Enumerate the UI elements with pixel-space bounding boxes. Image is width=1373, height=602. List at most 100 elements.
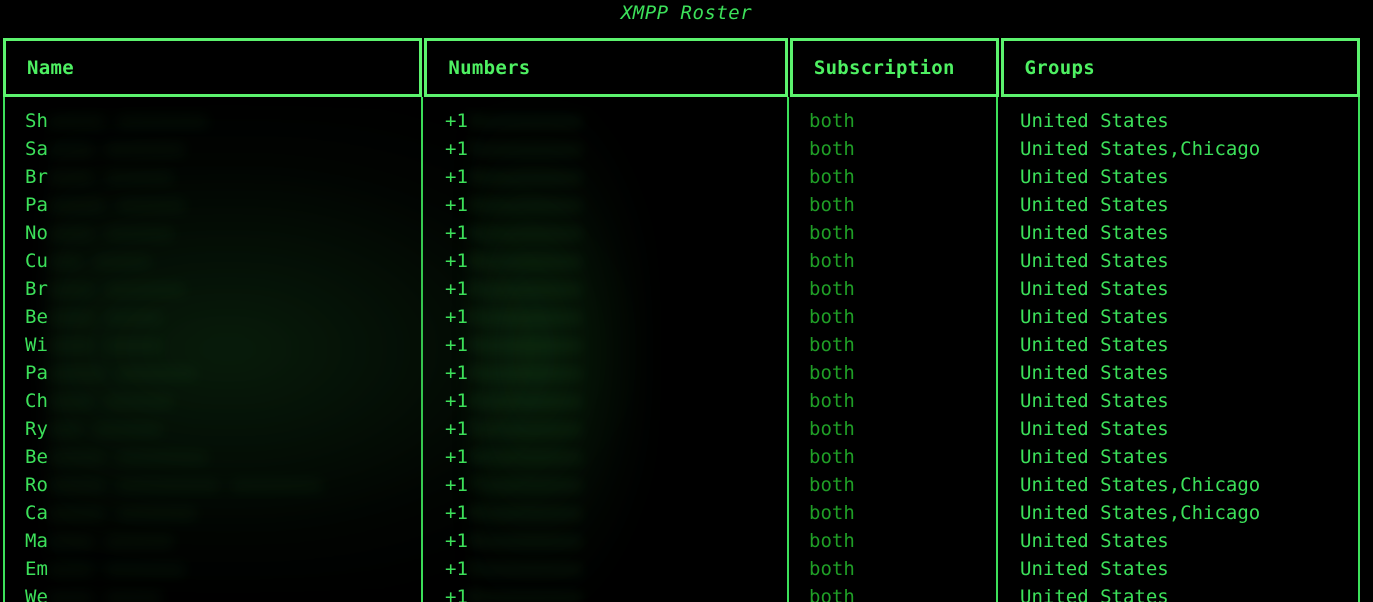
table-row[interactable]: Shxxxxx xxxxxxxx +15xxxxxxxxx both United S… (3, 107, 1360, 135)
cell-subscription: both (809, 362, 855, 384)
number-visible-prefix: +1 (445, 362, 468, 384)
cell-subscription: both (809, 306, 855, 328)
column-header-numbers[interactable]: Numbers (424, 38, 788, 97)
column-header-name[interactable]: Name (3, 38, 423, 97)
cell-subscription: both (809, 110, 855, 132)
cell-number: +14xxxxxxxxx (421, 527, 787, 555)
table-row[interactable]: Brxxxx xxxxxx +14xxxxxxxxx both United Stat… (3, 163, 1360, 191)
cell-subscription: both (809, 446, 855, 468)
name-redacted: xxxxx xxxxxxx (47, 502, 197, 524)
table-row[interactable]: Paxxxxx xxxxxx +14xxxxxxxxx both United Sta… (3, 191, 1360, 219)
cell-number: +14xxxxxxxxx (421, 163, 787, 191)
name-visible-prefix: Be (25, 306, 48, 328)
name-visible-prefix: Wi (25, 334, 48, 356)
cell-groups: United States (1020, 446, 1169, 468)
number-redacted: 5xxxxxxxxx (467, 558, 583, 580)
roster-rows: Shxxxxx xxxxxxxx +15xxxxxxxxx both United S… (3, 107, 1360, 602)
number-redacted: 4xxxxxxxxx (467, 222, 583, 244)
table-row[interactable]: Cuxxx xxxxx +18xxxxxxxxx both United States (3, 247, 1360, 275)
name-redacted: xxxx xxxxxx (47, 530, 174, 552)
cell-number: +15xxxxxxxxx (421, 415, 787, 443)
name-redacted: xxxx xxxxx (47, 334, 163, 356)
name-redacted: xxx xxxxx (47, 250, 151, 272)
cell-subscription: both (809, 334, 855, 356)
cell-name: Chxxxx xxxxxx (3, 387, 421, 415)
name-redacted: xxxx xxxxx (47, 306, 163, 328)
number-visible-prefix: +1 (445, 558, 468, 580)
table-row[interactable]: Maxxxx xxxxxx +14xxxxxxxxx both United Stat… (3, 527, 1360, 555)
name-visible-prefix: Ry (25, 418, 48, 440)
table-row[interactable]: Roxxxxx xxxxxxxxx xxxxxxxx +17xxxxxxxxx bo… (3, 471, 1360, 499)
cell-groups: United States,Chicago (1020, 502, 1261, 524)
cell-subscription: both (809, 502, 855, 524)
number-visible-prefix: +1 (445, 502, 468, 524)
number-visible-prefix: +1 (445, 418, 468, 440)
number-visible-prefix: +1 (445, 138, 468, 160)
number-redacted: 4xxxxxxxxx (467, 166, 583, 188)
name-redacted: xxxxx xxxxxxx (47, 362, 197, 384)
number-visible-prefix: +1 (445, 250, 468, 272)
table-row[interactable]: Chxxxx xxxxxx +14xxxxxxxxx both United Stat… (3, 387, 1360, 415)
cell-name: Emxxxx xxxxxxx (3, 555, 421, 583)
name-redacted: xxxx xxxxxxx (47, 138, 186, 160)
number-redacted: 6xxxxxxxxx (467, 278, 583, 300)
name-visible-prefix: Ch (25, 390, 48, 412)
cell-name: Noxxxx xxxxxx (3, 219, 421, 247)
table-row[interactable]: Wixxxx xxxxx +14xxxxxxxxx both United State… (3, 331, 1360, 359)
table-row[interactable]: Bexxxxx xxxxxxxx +14xxxxxxxxx both United S… (3, 443, 1360, 471)
name-visible-prefix: Cu (25, 250, 48, 272)
cell-subscription: both (809, 166, 855, 188)
cell-groups: United States (1020, 418, 1169, 440)
number-visible-prefix: +1 (445, 194, 468, 216)
number-redacted: 5xxxxxxxxx (467, 418, 583, 440)
name-visible-prefix: Ro (25, 474, 48, 496)
table-row[interactable]: Bexxxx xxxxx +16xxxxxxxxx both United State… (3, 303, 1360, 331)
cell-number: +14xxxxxxxxx (421, 331, 787, 359)
number-visible-prefix: +1 (445, 110, 468, 132)
number-visible-prefix: +1 (445, 166, 468, 188)
number-visible-prefix: +1 (445, 278, 468, 300)
table-row[interactable]: Saxxxx xxxxxxx +15xxxxxxxxx both United Sta… (3, 135, 1360, 163)
table-row[interactable]: Ryxxx xxxxxx +15xxxxxxxxx both United State… (3, 415, 1360, 443)
number-redacted: 7xxxxxxxxx (467, 474, 583, 496)
cell-subscription: both (809, 558, 855, 580)
page-title: XMPP Roster (620, 2, 753, 24)
cell-name: Bexxxxx xxxxxxxx (3, 443, 421, 471)
number-redacted: 6xxxxxxxxx (467, 586, 583, 602)
number-visible-prefix: +1 (445, 306, 468, 328)
number-visible-prefix: +1 (445, 586, 468, 602)
table-row[interactable]: Paxxxxx xxxxxxx +14xxxxxxxxx both United St… (3, 359, 1360, 387)
name-visible-prefix: Pa (25, 362, 48, 384)
table-row[interactable]: Brxxxx xxxxxxx +16xxxxxxxxx both United Sta… (3, 275, 1360, 303)
cell-name: Saxxxx xxxxxxx (3, 135, 421, 163)
cell-subscription: both (809, 586, 855, 602)
cell-name: Bexxxx xxxxx (3, 303, 421, 331)
name-visible-prefix: Sa (25, 138, 48, 160)
table-row[interactable]: Wexxxx xxxxx +16xxxxxxxxx both United State… (3, 583, 1360, 602)
column-header-subscription[interactable]: Subscription (789, 38, 999, 97)
cell-name: Roxxxxx xxxxxxxxx xxxxxxxx (3, 471, 421, 499)
table-row[interactable]: Caxxxxx xxxxxxx +14xxxxxxxxx both United St… (3, 499, 1360, 527)
cell-subscription: both (809, 390, 855, 412)
name-redacted: xxxx xxxxxxx (47, 558, 186, 580)
cell-groups: United States (1020, 250, 1169, 272)
cell-name: Caxxxxx xxxxxxx (3, 499, 421, 527)
cell-subscription: both (809, 418, 855, 440)
name-redacted: xxx xxxxxx (47, 418, 163, 440)
cell-subscription: both (809, 250, 855, 272)
cell-subscription: both (809, 222, 855, 244)
number-redacted: 4xxxxxxxxx (467, 390, 583, 412)
table-row[interactable]: Emxxxx xxxxxxx +15xxxxxxxxx both United Sta… (3, 555, 1360, 583)
cell-groups: United States (1020, 558, 1169, 580)
cell-name: Ryxxx xxxxxx (3, 415, 421, 443)
cell-groups: United States (1020, 586, 1169, 602)
name-redacted: xxxx xxxxxx (47, 390, 174, 412)
cell-number: +17xxxxxxxxx (421, 471, 787, 499)
column-header-groups[interactable]: Groups (1000, 38, 1360, 97)
cell-number: +14xxxxxxxxx (421, 443, 787, 471)
cell-name: Cuxxx xxxxx (3, 247, 421, 275)
cell-number: +16xxxxxxxxx (421, 583, 787, 602)
cell-groups: United States (1020, 334, 1169, 356)
table-row[interactable]: Noxxxx xxxxxx +14xxxxxxxxx both United Stat… (3, 219, 1360, 247)
name-visible-prefix: Pa (25, 194, 48, 216)
